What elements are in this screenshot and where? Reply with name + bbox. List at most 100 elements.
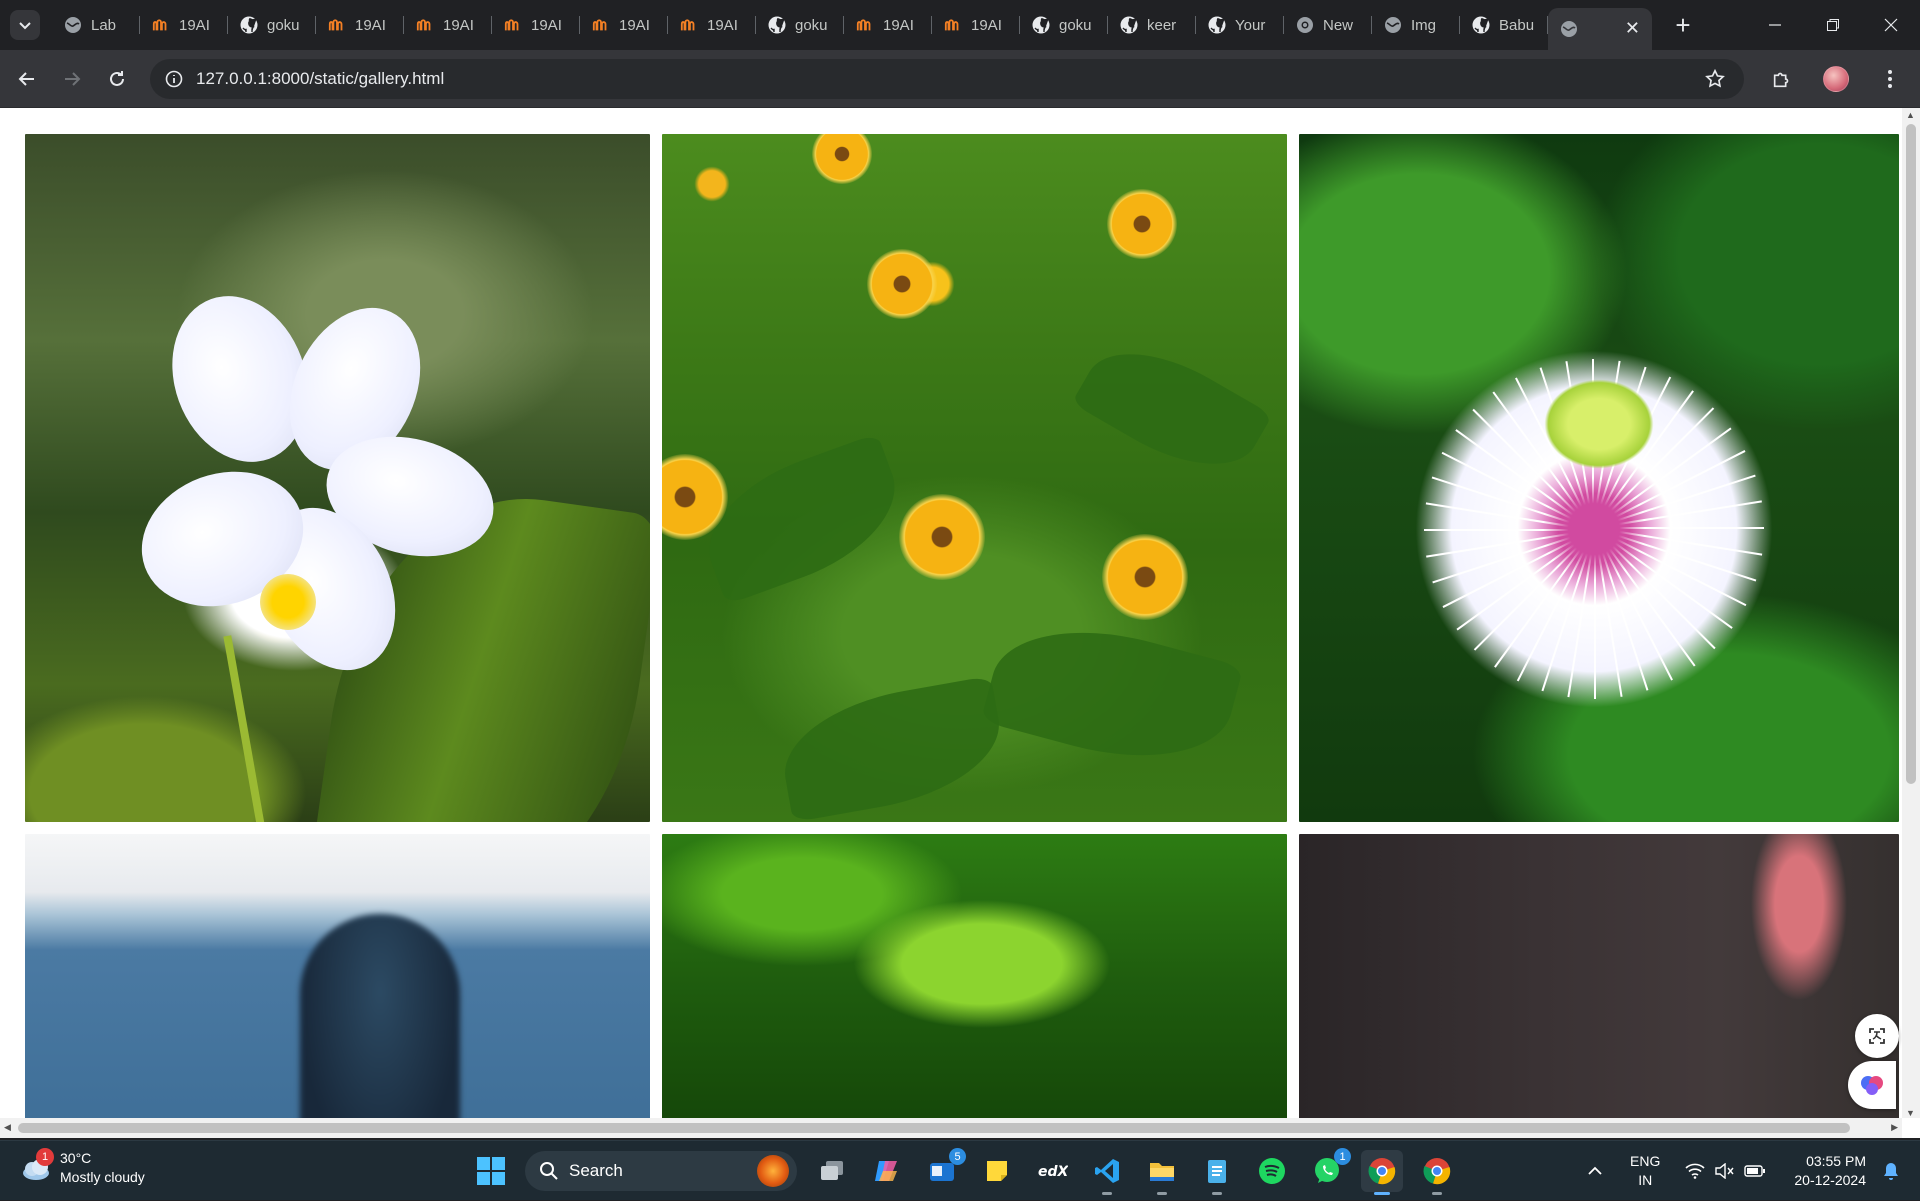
sticky-notes-button[interactable] — [976, 1150, 1018, 1192]
toolbar-actions — [1748, 59, 1910, 99]
tab-13[interactable]: keer — [1108, 0, 1196, 50]
gallery-photo-leaves[interactable] — [662, 834, 1287, 1124]
forward-button[interactable] — [54, 61, 90, 97]
browser-toolbar: 127.0.0.1:8000/static/gallery.html — [0, 50, 1920, 108]
vscode-button[interactable] — [1086, 1150, 1128, 1195]
search-icon — [540, 1162, 558, 1180]
tab-2[interactable]: 19AI — [140, 0, 228, 50]
tab-1[interactable]: Lab — [52, 0, 140, 50]
taskbar-search[interactable]: Search — [525, 1151, 797, 1191]
whatsapp-button[interactable]: 1 — [1306, 1148, 1351, 1192]
clock[interactable]: 03:55 PM 20-12-2024 — [1794, 1152, 1866, 1190]
tab-12[interactable]: goku — [1020, 0, 1108, 50]
tab-title: 19AI — [443, 16, 474, 34]
new-tab-button[interactable]: + — [1668, 10, 1698, 40]
gallery-photo-dark[interactable] — [1299, 834, 1899, 1124]
running-indicator — [1102, 1192, 1112, 1195]
site-info-icon[interactable] — [154, 59, 194, 99]
vertical-scrollbar[interactable]: ▲ ▼ — [1902, 108, 1920, 1118]
notification-bell-icon[interactable] — [1878, 1161, 1904, 1181]
horizontal-scroll-thumb[interactable] — [18, 1123, 1850, 1133]
tab-3[interactable]: goku — [228, 0, 316, 50]
close-window-button[interactable] — [1862, 0, 1920, 50]
vertical-scroll-thumb[interactable] — [1906, 124, 1916, 784]
file-explorer-button[interactable] — [1141, 1150, 1183, 1195]
photo-stem — [223, 635, 275, 822]
github-icon — [1208, 16, 1226, 34]
tab-4[interactable]: 19AI — [316, 0, 404, 50]
brand-icon — [416, 16, 434, 34]
edx-button[interactable]: edX — [1031, 1150, 1073, 1192]
tab-14[interactable]: Your — [1196, 0, 1284, 50]
lens-button[interactable] — [1855, 1014, 1899, 1058]
tab-6[interactable]: 19AI — [492, 0, 580, 50]
tab-16[interactable]: Img — [1372, 0, 1460, 50]
extensions-button[interactable] — [1762, 59, 1802, 99]
tab-5[interactable]: 19AI — [404, 0, 492, 50]
tab-15[interactable]: New — [1284, 0, 1372, 50]
task-view-button[interactable] — [811, 1150, 853, 1192]
sticky-note-icon — [987, 1161, 1007, 1181]
tab-9[interactable]: goku — [756, 0, 844, 50]
brain-icon — [1861, 1076, 1883, 1095]
close-icon — [1884, 18, 1898, 32]
tab-list: Lab 19AI goku 19AI 19AI 19AI 19AI 19AI goku 19AI 1… — [52, 0, 1548, 50]
github-icon — [1472, 16, 1490, 34]
chevron-down-icon — [19, 22, 31, 30]
avatar — [1823, 66, 1849, 92]
gallery-photo-sky[interactable] — [25, 834, 650, 1124]
gallery-photo-passion-flower[interactable] — [1299, 134, 1899, 822]
brand-icon — [944, 16, 962, 34]
brand-icon — [504, 16, 522, 34]
address-bar[interactable]: 127.0.0.1:8000/static/gallery.html — [150, 59, 1744, 99]
battery-icon[interactable] — [1742, 1164, 1768, 1178]
speaker-muted-icon[interactable] — [1712, 1163, 1738, 1179]
spotify-button[interactable] — [1251, 1150, 1293, 1192]
weather-widget[interactable]: 1 30°C Mostly cloudy — [20, 1148, 145, 1187]
wifi-icon[interactable] — [1682, 1163, 1708, 1179]
weather-temp: 30°C — [60, 1150, 92, 1166]
scroll-up-arrow-icon[interactable]: ▲ — [1906, 110, 1915, 120]
profile-button[interactable] — [1816, 59, 1856, 99]
windows-logo-icon — [477, 1157, 505, 1185]
tab-10[interactable]: 19AI — [844, 0, 932, 50]
translate-icon — [1869, 1028, 1885, 1044]
show-hidden-icons-button[interactable] — [1582, 1166, 1608, 1176]
tab-title: goku — [267, 16, 300, 34]
close-tab-icon[interactable]: ✕ — [1625, 18, 1640, 39]
photo-leaf — [1071, 325, 1273, 493]
scroll-right-arrow-icon[interactable]: ▶ — [1891, 1122, 1898, 1133]
restore-button[interactable] — [1804, 0, 1862, 50]
horizontal-scrollbar[interactable]: ◀ ▶ — [0, 1118, 1902, 1138]
copilot-button[interactable] — [866, 1150, 908, 1192]
language-indicator[interactable]: ENG IN — [1630, 1152, 1660, 1190]
tab-11[interactable]: 19AI — [932, 0, 1020, 50]
gallery-photo-daisies[interactable] — [662, 134, 1287, 822]
tab-title: 19AI — [531, 16, 562, 34]
menu-button[interactable] — [1870, 59, 1910, 99]
tab-search-button[interactable] — [10, 10, 40, 40]
assistant-button[interactable] — [1848, 1061, 1896, 1109]
outlook-button[interactable]: 5 — [921, 1148, 966, 1192]
folder-icon — [1150, 1163, 1174, 1181]
bookmark-star-icon[interactable] — [1704, 68, 1726, 95]
chrome-button[interactable] — [1416, 1150, 1458, 1195]
tab-title: 19AI — [355, 16, 386, 34]
tab-8[interactable]: 19AI — [668, 0, 756, 50]
tab-active[interactable]: ✕ — [1548, 8, 1652, 50]
notepad-button[interactable] — [1196, 1150, 1238, 1195]
tab-7[interactable]: 19AI — [580, 0, 668, 50]
tab-title: 19AI — [971, 16, 1002, 34]
arrow-right-icon — [65, 71, 81, 86]
scroll-left-arrow-icon[interactable]: ◀ — [4, 1122, 11, 1133]
start-button[interactable] — [470, 1150, 512, 1192]
chrome-button-active[interactable] — [1361, 1150, 1403, 1195]
photo-daisy — [1107, 189, 1177, 259]
scroll-down-arrow-icon[interactable]: ▼ — [1906, 1108, 1915, 1118]
minimize-button[interactable] — [1746, 0, 1804, 50]
reload-button[interactable] — [99, 61, 135, 97]
back-button[interactable] — [9, 61, 45, 97]
tab-17[interactable]: Babu — [1460, 0, 1548, 50]
url-text[interactable]: 127.0.0.1:8000/static/gallery.html — [196, 69, 444, 89]
gallery-photo-plumeria[interactable] — [25, 134, 650, 822]
